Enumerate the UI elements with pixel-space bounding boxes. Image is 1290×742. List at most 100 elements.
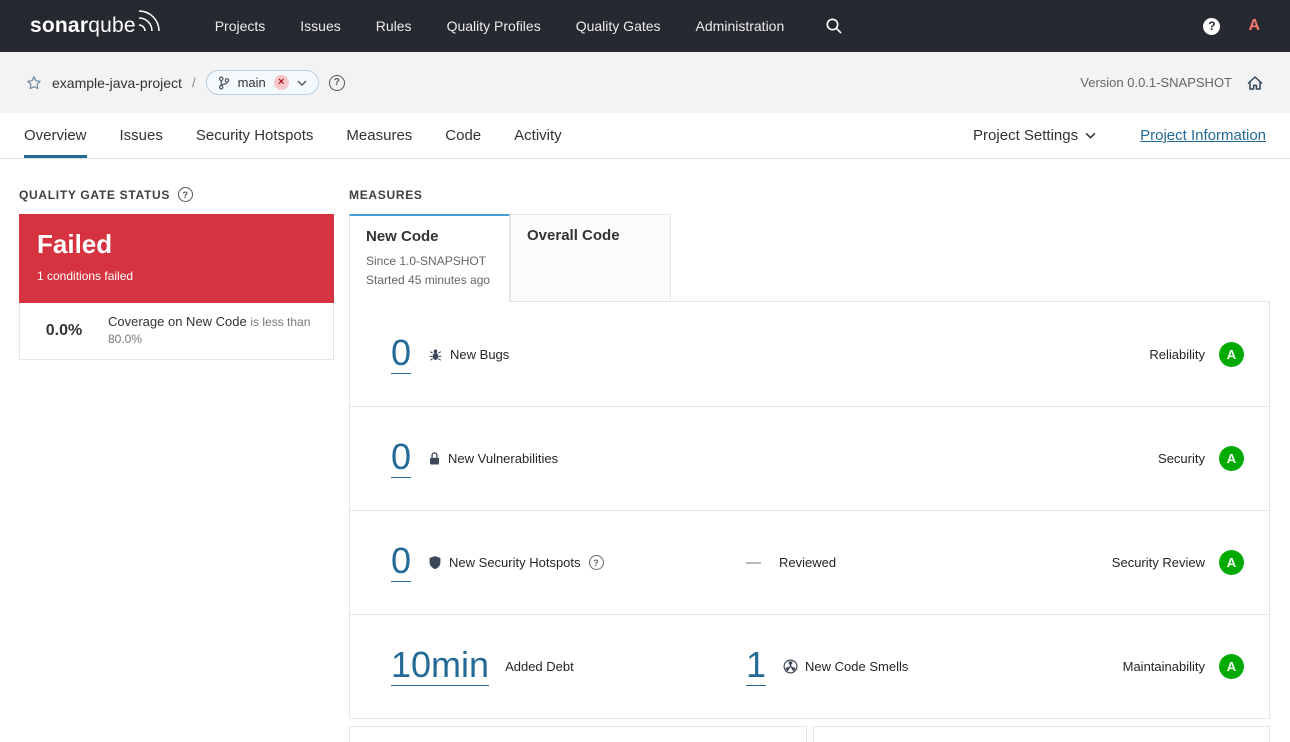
security-review-label: Security Review <box>1111 555 1205 571</box>
shield-icon <box>428 555 442 570</box>
condition-text: Coverage on New Code is less than 80.0% <box>108 314 323 348</box>
nav-item-rules[interactable]: Rules <box>376 18 412 34</box>
measure-row-security-hotspots: 0 New Security Hotspots ? — Reviewed Sec… <box>350 510 1269 614</box>
failed-condition-card[interactable]: 0.0% Coverage on New Code is less than 8… <box>19 303 334 360</box>
breadcrumb-separator: / <box>191 75 196 90</box>
security-label: Security <box>1158 451 1205 467</box>
new-security-hotspots-count-link[interactable]: 0 <box>391 543 412 583</box>
global-nav-items: Projects Issues Rules Quality Profiles Q… <box>215 18 785 34</box>
new-code-period: Since 1.0-SNAPSHOT Started 45 minutes ag… <box>366 252 493 290</box>
new-code-tab-title: New Code <box>366 228 439 245</box>
sonarqube-logo[interactable]: sonarqube <box>30 10 163 38</box>
new-code-smells-label: New Code Smells <box>805 659 909 675</box>
project-header-bar: example-java-project / main × ? Version … <box>0 52 1290 113</box>
branch-icon <box>218 75 229 90</box>
user-avatar[interactable]: A <box>1248 17 1260 35</box>
measure-rating: Security A <box>1158 446 1244 472</box>
help-button[interactable]: ? <box>1203 17 1221 35</box>
new-security-hotspots-label: New Security Hotspots <box>449 555 581 571</box>
quality-gate-heading-label: QUALITY GATE STATUS <box>19 187 171 202</box>
tab-security-hotspots[interactable]: Security Hotspots <box>196 113 314 158</box>
reliability-label: Reliability <box>1149 346 1205 362</box>
project-settings-label: Project Settings <box>973 127 1079 144</box>
tab-measures[interactable]: Measures <box>346 113 412 158</box>
nav-item-quality-profiles[interactable]: Quality Profiles <box>447 18 541 34</box>
measures-tabs: New Code Since 1.0-SNAPSHOT Started 45 m… <box>349 214 1270 303</box>
breadcrumb: example-java-project / main × ? <box>26 70 345 95</box>
tab-overall-code[interactable]: Overall Code <box>510 214 671 303</box>
measure-mid: 1 New Code Smells <box>746 647 1123 687</box>
project-nav-right: Project Settings Project Information <box>973 113 1266 158</box>
sonar-swoosh-icon <box>138 10 160 32</box>
partial-card-right <box>812 726 1270 742</box>
measure-rating: Maintainability A <box>1122 654 1244 680</box>
new-bugs-label: New Bugs <box>450 346 510 362</box>
global-navbar: sonarqube Projects Issues Rules Quality … <box>0 0 1290 52</box>
tab-activity[interactable]: Activity <box>514 113 562 158</box>
overview-page: QUALITY GATE STATUS ? Failed 1 condition… <box>0 159 1290 742</box>
hotspots-help-icon[interactable]: ? <box>588 555 604 571</box>
measures-heading: MEASURES <box>349 187 1270 202</box>
reviewed-value-dash: — <box>746 554 761 572</box>
clear-branch-icon[interactable]: × <box>273 75 289 90</box>
measure-row-maintainability: 10min Added Debt 1 New Code Smells Maint… <box>350 614 1269 718</box>
code-smell-icon <box>783 659 798 674</box>
measures-heading-label: MEASURES <box>349 187 423 202</box>
favorite-star-icon[interactable] <box>26 75 42 91</box>
branch-selector[interactable]: main × <box>205 70 319 95</box>
new-code-started: Started 45 minutes ago <box>366 273 491 288</box>
project-name-link[interactable]: example-java-project <box>52 75 182 91</box>
new-code-smells-count-link[interactable]: 1 <box>746 647 767 687</box>
new-vulnerabilities-label: New Vulnerabilities <box>448 451 559 467</box>
next-measures-row-partial <box>349 726 1270 742</box>
new-vulnerabilities-count-link[interactable]: 0 <box>391 439 412 479</box>
quality-gate-status: Failed <box>37 229 113 259</box>
measure-mid: — Reviewed <box>746 554 1112 571</box>
security-review-rating-badge[interactable]: A <box>1219 550 1244 576</box>
project-version: Version 0.0.1-SNAPSHOT <box>1080 75 1232 90</box>
search-button[interactable] <box>825 17 843 35</box>
home-icon[interactable] <box>1246 75 1264 91</box>
quality-gate-conditions-count: 1 conditions failed <box>37 269 134 283</box>
condition-metric: Coverage on New Code <box>108 314 247 330</box>
reliability-rating-badge[interactable]: A <box>1219 341 1244 367</box>
new-code-since: Since 1.0-SNAPSHOT <box>366 254 487 268</box>
branch-help-icon[interactable]: ? <box>328 74 345 91</box>
added-debt-link[interactable]: 10min <box>391 647 490 687</box>
nav-item-projects[interactable]: Projects <box>215 18 266 34</box>
project-meta: Version 0.0.1-SNAPSHOT <box>1080 75 1264 91</box>
tab-overview[interactable]: Overview <box>24 113 87 158</box>
added-debt-label: Added Debt <box>505 659 574 675</box>
new-bugs-count-link[interactable]: 0 <box>391 334 412 374</box>
measures-section: MEASURES New Code Since 1.0-SNAPSHOT Sta… <box>349 187 1270 742</box>
nav-item-quality-gates[interactable]: Quality Gates <box>576 18 661 34</box>
logo-text: sonarqube <box>30 14 136 37</box>
lock-icon <box>428 451 441 466</box>
measures-panel: 0 New Bugs Reliability A 0 New Vulnerabi… <box>349 301 1270 720</box>
chevron-down-icon <box>297 80 307 86</box>
project-information-link[interactable]: Project Information <box>1140 127 1266 144</box>
partial-card-left <box>349 726 807 742</box>
nav-item-administration[interactable]: Administration <box>696 18 785 34</box>
measure-row-vulnerabilities: 0 New Vulnerabilities Security A <box>350 406 1269 510</box>
nav-item-issues[interactable]: Issues <box>300 18 340 34</box>
measure-rating: Reliability A <box>1149 341 1244 367</box>
maintainability-rating-badge[interactable]: A <box>1219 654 1244 680</box>
tab-code[interactable]: Code <box>445 113 481 158</box>
overall-code-tab-title: Overall Code <box>527 227 620 244</box>
chevron-down-icon <box>1085 132 1096 139</box>
quality-gate-status-card: Failed 1 conditions failed <box>19 214 334 303</box>
maintainability-label: Maintainability <box>1122 659 1205 675</box>
security-rating-badge[interactable]: A <box>1219 446 1244 472</box>
quality-gate-section: QUALITY GATE STATUS ? Failed 1 condition… <box>19 187 334 742</box>
topnav-right: ? A <box>1203 17 1260 35</box>
tab-issues[interactable]: Issues <box>120 113 163 158</box>
quality-gate-help-icon[interactable]: ? <box>178 187 194 202</box>
quality-gate-heading: QUALITY GATE STATUS ? <box>19 187 334 202</box>
measure-left: 0 New Vulnerabilities <box>391 439 746 479</box>
project-settings-menu[interactable]: Project Settings <box>973 127 1096 144</box>
tab-new-code[interactable]: New Code Since 1.0-SNAPSHOT Started 45 m… <box>349 214 510 303</box>
project-nav-tabs: Overview Issues Security Hotspots Measur… <box>0 113 1290 159</box>
measure-row-bugs: 0 New Bugs Reliability A <box>350 302 1269 406</box>
branch-name: main <box>237 75 266 90</box>
